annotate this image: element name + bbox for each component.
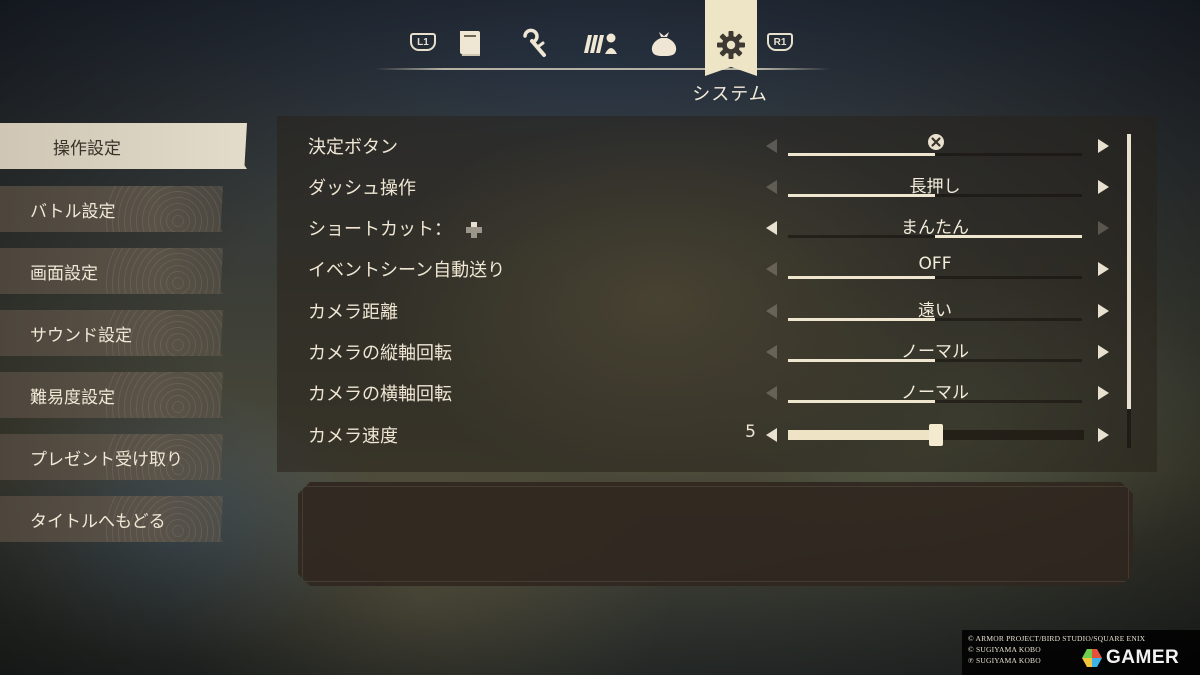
sidebar-item-label: タイトルへもどる [30,511,166,532]
party-icon[interactable] [580,26,620,60]
arrow-left-icon[interactable] [766,428,777,442]
sidebar-item-controls[interactable]: 操作設定 [0,123,247,169]
ring-pattern [103,248,223,294]
option-indicator [788,235,1082,238]
setting-name: ダッシュ操作 [308,178,416,199]
r1-button-icon[interactable]: R1 [767,33,793,51]
magic-wand-icon[interactable] [517,26,551,60]
setting-row-camera-vertical[interactable]: カメラの縦軸回転 ノーマル [308,333,1128,369]
arrow-left-icon[interactable] [766,221,777,235]
gamer-logo-icon [1082,649,1102,667]
setting-name: イベントシーン自動送り [308,260,506,281]
option-indicator [788,318,1082,321]
slider-fill [788,430,936,440]
gamer-logo-text: GAMER [1106,647,1180,668]
sidebar-item-battle[interactable]: バトル設定 [0,186,223,232]
active-tab-label: システム [692,84,768,105]
ring-pattern [103,372,223,418]
option-indicator [788,153,1082,156]
setting-name: カメラ距離 [308,302,398,323]
arrow-left-icon[interactable] [766,304,777,318]
option-indicator [788,400,1082,403]
setting-value: OFF [918,254,952,274]
arrow-right-icon[interactable] [1098,139,1109,153]
setting-name: 決定ボタン [308,137,398,158]
category-tab-bar: L1 R1 [375,0,830,76]
l1-button-icon[interactable]: L1 [410,33,436,51]
sidebar-item-label: 画面設定 [30,263,98,284]
ring-pattern [103,186,223,232]
arrow-right-icon[interactable] [1098,345,1109,359]
sidebar-item-display[interactable]: 画面設定 [0,248,223,294]
slider-value: 5 [745,422,756,442]
dpad-icon [466,222,482,238]
sidebar-item-return-title[interactable]: タイトルへもどる [0,496,223,542]
setting-name: ショートカット： [308,219,452,240]
sidebar-item-label: 操作設定 [53,138,121,159]
arrow-left-icon[interactable] [766,262,777,276]
arrow-right-icon[interactable] [1098,221,1109,235]
gamer-watermark: GAMER [1082,645,1179,671]
setting-row-confirm-button[interactable]: 決定ボタン [308,127,1128,163]
sidebar-item-sound[interactable]: サウンド設定 [0,310,223,356]
setting-row-event-auto[interactable]: イベントシーン自動送り OFF [308,250,1128,286]
arrow-right-icon[interactable] [1098,304,1109,318]
arrow-right-icon[interactable] [1098,428,1109,442]
cross-button-icon [928,134,944,150]
setting-row-dash[interactable]: ダッシュ操作 長押し [308,168,1128,204]
tab-bar-rule [375,68,830,70]
arrow-left-icon[interactable] [766,386,777,400]
gear-icon [717,31,745,59]
setting-name: カメラの縦軸回転 [308,343,452,364]
setting-row-shortcut[interactable]: ショートカット： まんたん [308,209,1128,245]
setting-row-camera-horizontal[interactable]: カメラの横軸回転 ノーマル [308,374,1128,410]
sidebar-item-present[interactable]: プレゼント受け取り [0,434,223,480]
description-text [302,486,1129,582]
setting-row-camera-distance[interactable]: カメラ距離 遠い [308,292,1128,328]
arrow-right-icon[interactable] [1098,262,1109,276]
sidebar-item-label: プレゼント受け取り [30,449,183,470]
setting-row-camera-speed[interactable]: カメラ速度 5 [308,416,1128,452]
sidebar-item-label: バトル設定 [30,201,116,222]
setting-name: カメラ速度 [308,426,398,447]
arrow-left-icon[interactable] [766,139,777,153]
settings-scrollbar[interactable] [1127,134,1131,448]
sidebar-item-label: サウンド設定 [30,325,132,346]
bag-icon[interactable] [647,26,681,60]
arrow-right-icon[interactable] [1098,180,1109,194]
book-icon[interactable] [453,26,487,60]
copyright-line: © ARMOR PROJECT/BIRD STUDIO/SQUARE ENIX [968,634,1146,643]
arrow-left-icon[interactable] [766,180,777,194]
description-box [298,482,1133,586]
setting-name: カメラの横軸回転 [308,384,452,405]
arrow-left-icon[interactable] [766,345,777,359]
sidebar-item-label: 難易度設定 [30,387,115,408]
option-indicator [788,194,1082,197]
slider-knob[interactable] [929,424,943,446]
arrow-right-icon[interactable] [1098,386,1109,400]
option-indicator [788,276,1082,279]
scrollbar-thumb[interactable] [1127,134,1131,409]
option-indicator [788,359,1082,362]
sidebar-item-difficulty[interactable]: 難易度設定 [0,372,223,418]
